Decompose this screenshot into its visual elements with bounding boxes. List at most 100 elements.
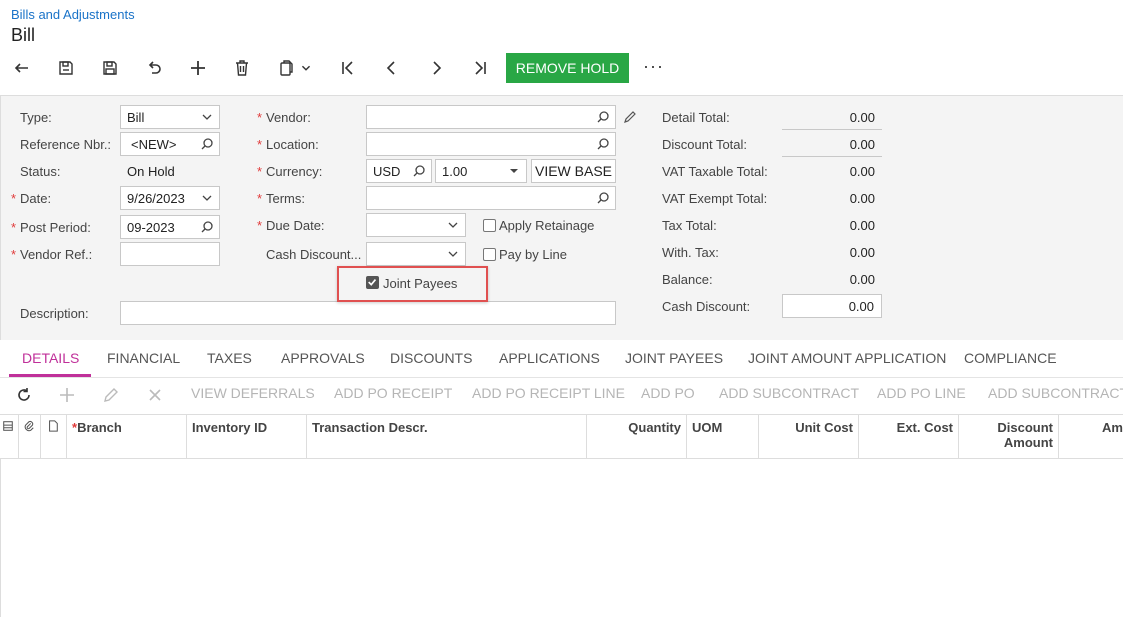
- tab-joint-amount-application[interactable]: JOINT AMOUNT APPLICATION: [748, 350, 946, 366]
- delete-icon[interactable]: [230, 56, 254, 80]
- search-icon[interactable]: [596, 110, 610, 124]
- copy-paste-icon[interactable]: [274, 56, 298, 80]
- save-close-icon[interactable]: [54, 56, 78, 80]
- edit-pencil-icon[interactable]: [623, 110, 637, 124]
- divider: [782, 156, 882, 157]
- search-icon[interactable]: [200, 137, 214, 151]
- pay-by-line-label: Pay by Line: [499, 247, 567, 262]
- vat-exempt-label: VAT Exempt Total:: [662, 191, 768, 206]
- breadcrumb[interactable]: Bills and Adjustments: [11, 7, 135, 22]
- add-subcontract-line-button[interactable]: ADD SUBCONTRACT L: [988, 385, 1123, 401]
- search-icon[interactable]: [596, 137, 610, 151]
- apply-retainage-checkbox[interactable]: [483, 219, 496, 232]
- refresh-icon[interactable]: [15, 386, 33, 404]
- search-icon[interactable]: [412, 164, 426, 178]
- checkmark-icon: [368, 278, 377, 286]
- cashdisc-field[interactable]: [366, 242, 466, 266]
- save-icon[interactable]: [98, 56, 122, 80]
- view-deferrals-button[interactable]: VIEW DEFERRALS: [191, 385, 315, 401]
- duedate-field[interactable]: [366, 213, 466, 237]
- pay-by-line-checkbox[interactable]: [483, 248, 496, 261]
- terms-field[interactable]: [366, 186, 616, 210]
- add-row-icon[interactable]: [58, 386, 76, 404]
- first-record-icon[interactable]: [336, 56, 360, 80]
- terms-label: Terms:: [257, 191, 305, 206]
- refnbr-value: <NEW>: [131, 136, 177, 152]
- next-icon[interactable]: [424, 56, 448, 80]
- location-field[interactable]: [366, 132, 616, 156]
- apply-retainage-label: Apply Retainage: [499, 218, 595, 233]
- joint-payees-checkbox[interactable]: [366, 276, 379, 289]
- view-base-button[interactable]: VIEW BASE: [531, 159, 616, 183]
- detail-total-label: Detail Total:: [662, 110, 730, 125]
- attachment-icon[interactable]: [19, 415, 41, 458]
- column-inventory-id[interactable]: Inventory ID: [187, 415, 307, 458]
- tab-approvals[interactable]: APPROVALS: [281, 350, 365, 366]
- detail-total-value: 0.00: [849, 110, 875, 125]
- tab-discounts[interactable]: DISCOUNTS: [390, 350, 472, 366]
- last-record-icon[interactable]: [468, 56, 492, 80]
- grid-header: *Branch Inventory ID Transaction Descr. …: [0, 414, 1123, 459]
- column-ext-cost[interactable]: Ext. Cost: [859, 415, 959, 458]
- tab-applications[interactable]: APPLICATIONS: [499, 350, 600, 366]
- description-field[interactable]: [120, 301, 616, 325]
- add-po-button[interactable]: ADD PO: [641, 385, 695, 401]
- with-tax-label: With. Tax:: [662, 245, 719, 260]
- tax-total-value: 0.00: [849, 218, 875, 233]
- column-discount-amount[interactable]: Discount Amount: [959, 415, 1059, 458]
- date-label: Date:: [11, 191, 51, 206]
- date-field[interactable]: 9/26/2023: [120, 186, 220, 210]
- column-unit-cost[interactable]: Unit Cost: [759, 415, 859, 458]
- type-value: Bill: [127, 109, 145, 125]
- type-select[interactable]: Bill: [120, 105, 220, 129]
- previous-icon[interactable]: [380, 56, 404, 80]
- vendorref-field[interactable]: [120, 242, 220, 266]
- location-label: Location:: [257, 137, 319, 152]
- add-subcontract-button[interactable]: ADD SUBCONTRACT: [719, 385, 859, 401]
- discount-total-value: 0.00: [849, 137, 875, 152]
- add-po-line-button[interactable]: ADD PO LINE: [877, 385, 966, 401]
- tab-joint-payees[interactable]: JOINT PAYEES: [625, 350, 723, 366]
- duedate-label: Due Date:: [257, 218, 324, 233]
- refnbr-field[interactable]: <NEW>: [120, 132, 220, 156]
- refnbr-label: Reference Nbr.:: [20, 137, 112, 152]
- tab-details[interactable]: DETAILS: [22, 350, 79, 366]
- remove-hold-button[interactable]: REMOVE HOLD: [506, 53, 629, 83]
- add-po-receipt-button[interactable]: ADD PO RECEIPT: [334, 385, 452, 401]
- tab-financial[interactable]: FINANCIAL: [107, 350, 180, 366]
- column-discount-label: Discount: [997, 420, 1053, 435]
- balance-value: 0.00: [849, 272, 875, 287]
- tab-compliance[interactable]: COMPLIANCE: [964, 350, 1057, 366]
- chevron-down-icon: [202, 195, 212, 201]
- column-amount[interactable]: Am: [1059, 415, 1123, 458]
- column-transaction-descr[interactable]: Transaction Descr.: [307, 415, 587, 458]
- search-icon[interactable]: [596, 191, 610, 205]
- tab-taxes[interactable]: TAXES: [207, 350, 252, 366]
- delete-row-icon[interactable]: [146, 386, 164, 404]
- vendor-field[interactable]: [366, 105, 616, 129]
- row-selector-icon[interactable]: [0, 415, 19, 458]
- search-icon[interactable]: [200, 220, 214, 234]
- column-uom[interactable]: UOM: [687, 415, 759, 458]
- vendor-label: Vendor:: [257, 110, 311, 125]
- divider: [782, 129, 882, 130]
- chevron-down-icon: [448, 251, 458, 257]
- column-quantity[interactable]: Quantity: [587, 415, 687, 458]
- notes-icon[interactable]: [41, 415, 67, 458]
- column-branch[interactable]: *Branch: [67, 415, 187, 458]
- add-po-receipt-line-button[interactable]: ADD PO RECEIPT LINE: [472, 385, 625, 401]
- type-label: Type:: [20, 110, 52, 125]
- more-actions-icon[interactable]: ···: [643, 56, 664, 77]
- cash-discount-total-field[interactable]: 0.00: [782, 294, 882, 318]
- currency-rate-select[interactable]: 1.00: [435, 159, 527, 183]
- add-icon[interactable]: [186, 56, 210, 80]
- edit-row-icon[interactable]: [102, 386, 120, 404]
- description-label: Description:: [20, 306, 89, 321]
- page-title: Bill: [11, 25, 36, 45]
- undo-icon[interactable]: [142, 56, 166, 80]
- chevron-down-icon[interactable]: [298, 56, 314, 80]
- currency-code-field[interactable]: USD: [366, 159, 432, 183]
- postperiod-field[interactable]: 09-2023: [120, 215, 220, 239]
- caret-down-icon: [510, 169, 518, 173]
- back-icon[interactable]: [10, 56, 34, 80]
